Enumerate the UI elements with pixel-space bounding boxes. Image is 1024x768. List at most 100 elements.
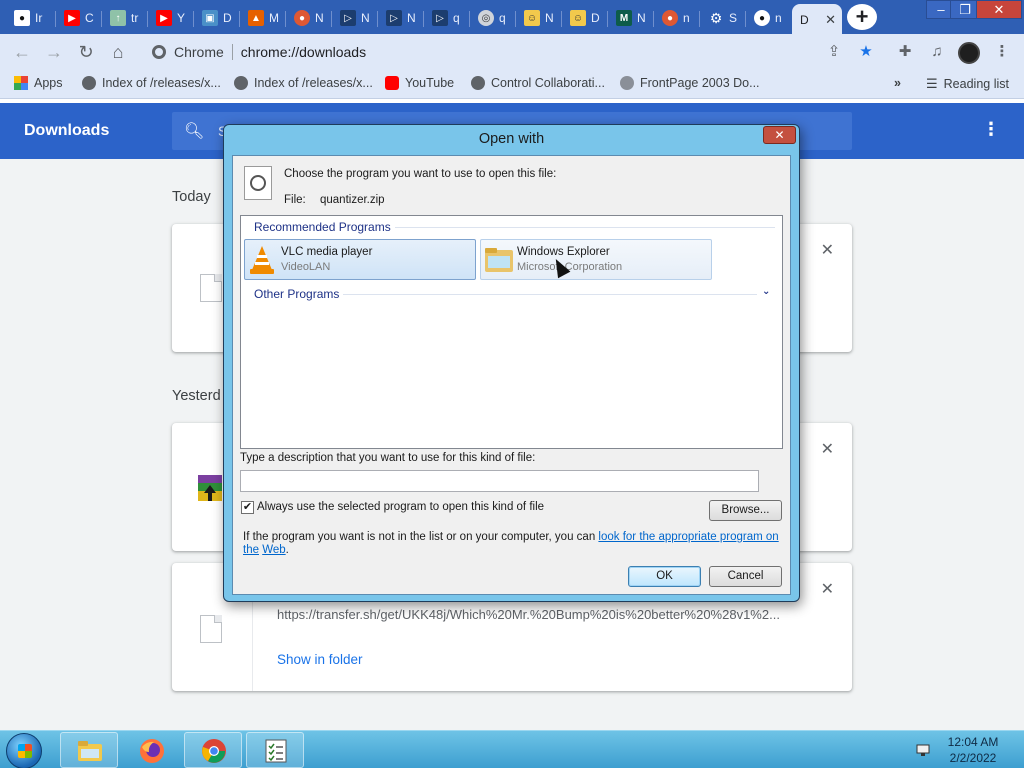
tab-2[interactable]: ▶ C [56,3,102,33]
group-divider [343,294,757,295]
bookmark-index-releases-2[interactable]: Index of /releases/x... [234,76,373,90]
dialog-prompt: Choose the program you want to use to op… [284,168,557,180]
footer-period: . [285,544,289,556]
taskbar-file-explorer[interactable] [60,732,118,768]
windows-taskbar: 12:04 AM 2/2/2022 [0,730,1024,768]
tab-label: N [315,11,324,25]
tab-close-icon[interactable]: ✕ [825,12,836,28]
tab-12[interactable]: ☺ N [516,3,562,33]
globe-icon: ◎ [478,10,494,26]
duckduckgo-icon: ● [662,10,678,26]
description-label: Type a description that you want to use … [240,452,536,464]
footer-note: If the program you want is not in the li… [243,531,783,557]
tab-6[interactable]: ▲ M [240,3,286,33]
file-name: quantizer.zip [320,194,385,206]
duckduckgo-icon: ● [294,10,310,26]
page-title: Downloads [24,122,110,139]
tab-15[interactable]: ● n [654,3,700,33]
tab-1[interactable]: ● Ir [6,3,56,33]
program-list: Recommended Programs VLC media player Vi… [240,215,783,449]
tab-label: S [729,11,738,25]
back-button[interactable]: ← [10,40,34,64]
action-center-flag-icon[interactable] [915,741,931,757]
bookmark-label: Index of /releases/x... [254,76,373,90]
reload-button[interactable]: ↻ [74,40,98,64]
tab-label: D [800,12,809,27]
bookmark-label: Apps [34,76,63,90]
tab-4[interactable]: ▶ Y [148,3,194,33]
bookmark-label: Control Collaborati... [491,76,605,90]
dialog-title: Open with [478,131,545,147]
youtube-icon [385,76,399,90]
new-tab-button[interactable]: + [847,4,877,30]
tab-13[interactable]: ☺ D [562,3,608,33]
taskbar-checklist-app[interactable] [246,732,304,768]
system-clock[interactable]: 12:04 AM 2/2/2022 [938,734,1008,766]
github-icon: ● [754,10,770,26]
bookmark-control-collaboration[interactable]: Control Collaborati... [471,76,605,90]
tab-11[interactable]: ◎ q [470,3,516,33]
downloads-menu-icon[interactable]: ⋮ [982,119,1000,140]
tab-8[interactable]: ▷ N [332,3,378,33]
media-control-icon[interactable]: ♫ [926,42,948,62]
address-bar[interactable]: Chrome chrome://downloads [140,37,888,67]
bookmark-star-icon[interactable]: ★ [855,42,877,62]
close-window-button[interactable]: ✕ [976,0,1022,19]
bookmarks-overflow-button[interactable]: » [894,76,901,90]
program-vlc[interactable]: VLC media player VideoLAN [244,239,476,280]
show-in-folder-link[interactable]: Show in folder [277,652,363,667]
extensions-puzzle-icon[interactable]: ✚ [894,42,916,62]
reading-list-label: Reading list [943,77,1009,91]
dialog-close-button[interactable]: ✕ [763,126,796,144]
tab-10[interactable]: ▷ q [424,3,470,33]
program-windows-explorer[interactable]: Windows Explorer Microsoft Corporation [480,239,712,280]
tab-16[interactable]: ⚙ S [700,3,746,33]
taskbar-chrome[interactable] [184,732,242,768]
youtube-icon: ▶ [156,10,172,26]
tab-7[interactable]: ● N [286,3,332,33]
home-button[interactable]: ⌂ [106,40,130,64]
tab-14[interactable]: M N [608,3,654,33]
tab-9[interactable]: ▷ N [378,3,424,33]
tab-3[interactable]: ↑ tr [102,3,148,33]
upload-icon: ↑ [110,10,126,26]
profile-avatar[interactable] [958,42,980,64]
taskbar-firefox[interactable] [122,732,180,768]
cancel-button[interactable]: Cancel [709,566,782,587]
chrome-menu-icon[interactable]: ⋮ [991,42,1013,62]
download-url[interactable]: https://transfer.sh/get/UKK48j/Which%20M… [277,607,780,622]
tab-label: D [591,11,600,25]
find-program-web-link-cont[interactable]: Web [262,544,285,556]
forward-button[interactable]: → [42,40,66,64]
bookmark-frontpage[interactable]: FrontPage 2003 Do... [620,76,760,90]
tab-downloads-active[interactable]: D ✕ [792,4,842,35]
reading-list-button[interactable]: ☰ Reading list [926,76,1009,92]
share-icon[interactable]: ⇪ [823,42,845,62]
remove-download-icon[interactable]: ✕ [821,439,834,459]
start-button[interactable] [6,733,42,768]
remove-download-icon[interactable]: ✕ [821,240,834,260]
description-input[interactable] [240,470,759,492]
tab-label: C [85,11,94,25]
tab-5[interactable]: ▣ D [194,3,240,33]
tab-17[interactable]: ● n [746,3,792,33]
site-label: Chrome [174,44,224,60]
omnibox-divider [231,44,233,60]
bookmark-youtube[interactable]: YouTube [385,76,454,90]
bookmark-index-releases-1[interactable]: Index of /releases/x... [82,76,221,90]
remove-download-icon[interactable]: ✕ [821,579,834,599]
other-programs-header[interactable]: Other Programs [254,287,339,301]
ok-button[interactable]: OK [628,566,701,587]
section-today: Today [172,189,211,205]
always-use-checkbox[interactable]: ✔ [241,501,254,514]
image-icon: ▣ [202,10,218,26]
folder-icon [78,741,102,761]
bookmarks-bar: Apps Index of /releases/x... Index of /r… [0,70,1024,99]
globe-icon [82,76,96,90]
browse-button[interactable]: Browse... [709,500,782,521]
meme-icon: ☺ [570,10,586,26]
tab-label: M [269,11,279,25]
expand-chevron-icon[interactable]: ⌄ [762,286,770,297]
bookmark-apps[interactable]: Apps [14,76,63,90]
section-yesterday: Yesterd [172,388,221,404]
